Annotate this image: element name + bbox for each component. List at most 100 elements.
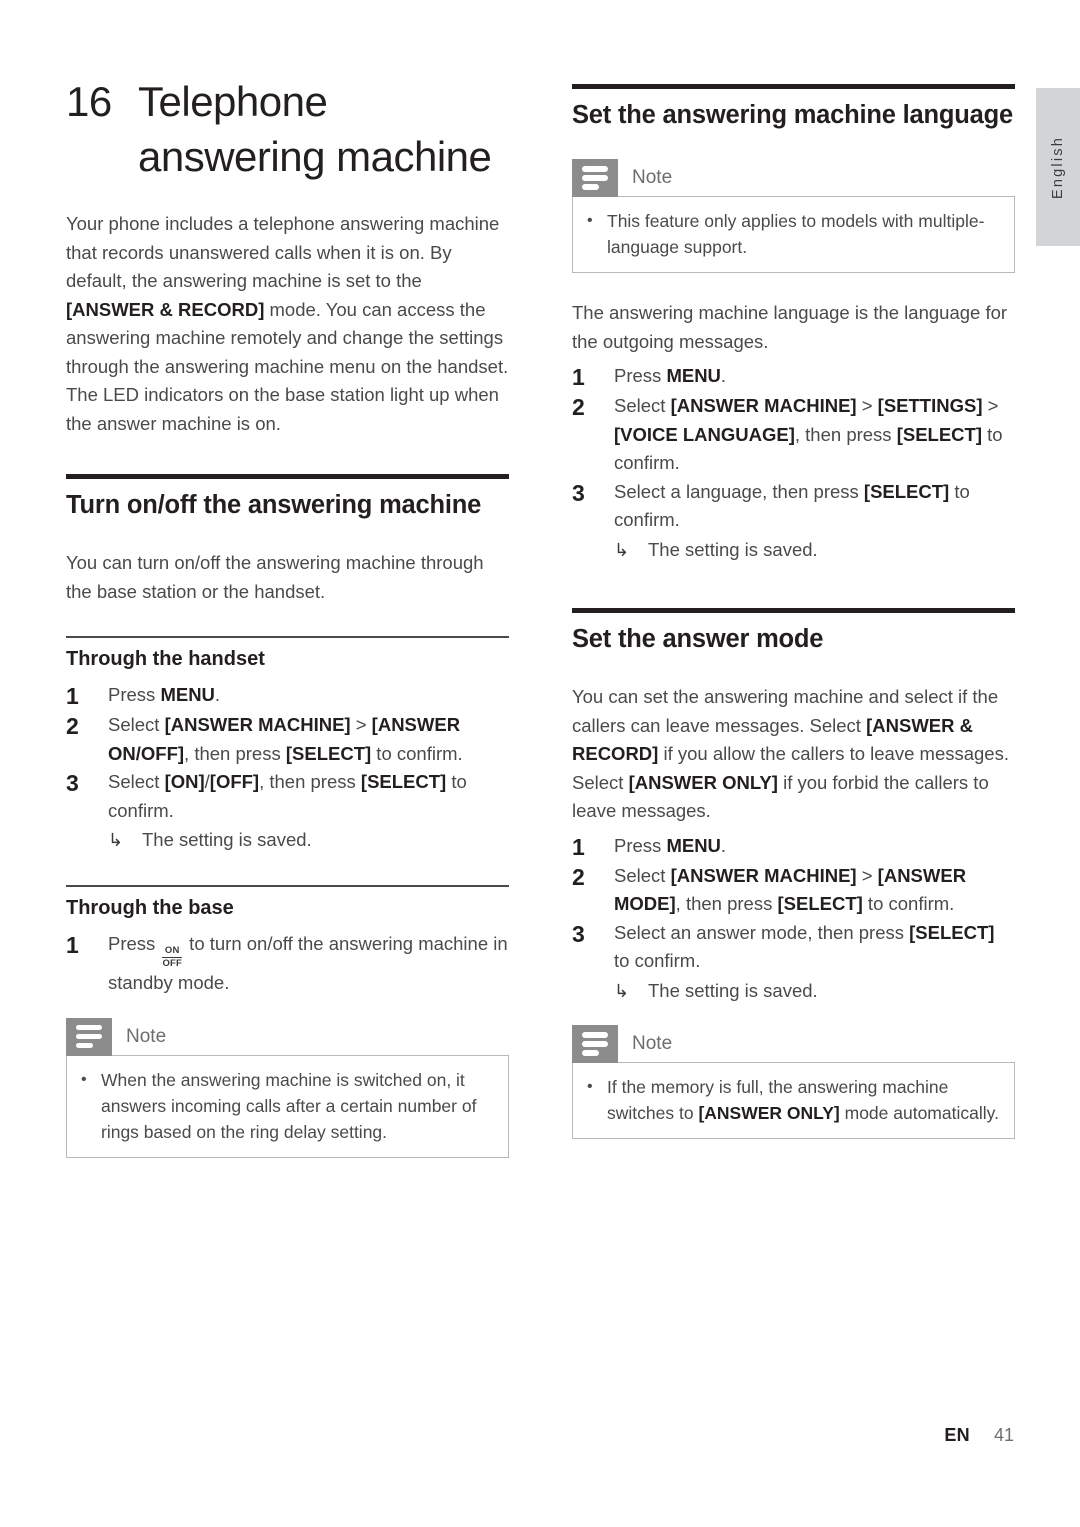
section-rule-answer-mode xyxy=(572,608,1015,613)
step-number: 3 xyxy=(572,479,585,506)
step-item: 3 Select [ON]/[OFF], then press [SELECT] … xyxy=(66,768,509,855)
note-icon-line-1 xyxy=(582,1032,608,1038)
keyword: [ANSWER ONLY] xyxy=(698,1103,840,1123)
footer-page-number: 41 xyxy=(993,1425,1014,1445)
text-run: > xyxy=(982,395,999,416)
step-number: 3 xyxy=(66,770,79,796)
language-tab-label: English xyxy=(1050,135,1066,199)
step-number: 3 xyxy=(572,920,585,947)
text-run: > xyxy=(350,714,372,735)
keyword: [SELECT] xyxy=(909,921,995,943)
step-number: 1 xyxy=(572,833,585,860)
text-run: , then press xyxy=(184,742,286,764)
step-text-prefix: Press xyxy=(108,932,161,954)
note-title: Note xyxy=(126,1025,167,1047)
left-column: 16 Telephone answering machine Your phon… xyxy=(66,0,509,1158)
step-text: Press ON OFF to turn on/off the answering… xyxy=(108,930,509,998)
note-icon-line-3 xyxy=(582,1050,599,1056)
text-run: , then press xyxy=(794,423,897,445)
step-number: 1 xyxy=(66,931,79,958)
note-title: Note xyxy=(632,1033,673,1054)
note-header: Note xyxy=(572,159,1015,197)
intro-text-a: Your phone includes a telephone answerin… xyxy=(66,213,500,291)
step-text: Press MENU. xyxy=(614,832,1015,861)
step-number: 1 xyxy=(66,683,79,709)
step-number: 2 xyxy=(572,394,585,420)
step-text: Select [ANSWER MACHINE] > [ANSWER ON/OFF… xyxy=(108,711,509,768)
bullet-icon: • xyxy=(587,212,593,229)
text-run: . xyxy=(214,684,221,705)
note-box-language: Note • This feature only applies to mode… xyxy=(572,159,1015,273)
step-item: 1 Press ON OFF to turn on/off the answeri… xyxy=(66,930,509,998)
result-arrow-icon: ↳ xyxy=(614,539,630,560)
keyword: [VOICE LANGUAGE] xyxy=(614,423,795,445)
page-footer: EN 41 xyxy=(0,1425,1014,1446)
note-body: • This feature only applies to models wi… xyxy=(572,196,1015,273)
keyword: [ANSWER MACHINE] xyxy=(670,864,857,886)
text-run: , then press xyxy=(259,771,361,792)
step-item: 2 Select [ANSWER MACHINE] > [ANSWER ON/OF… xyxy=(66,711,509,768)
keyword: [ON] xyxy=(164,771,205,792)
section-heading-turn-onoff: Turn on/off the answering machine xyxy=(66,491,482,519)
note-icon-line-1 xyxy=(76,1024,102,1031)
keyword: [ANSWER MACHINE] xyxy=(164,714,351,735)
bullet-icon: • xyxy=(81,1070,87,1088)
section-heading-language: Set the answering machine language xyxy=(572,101,1013,129)
subsection-heading-handset: Through the handset xyxy=(66,648,265,670)
text-run: , then press xyxy=(675,893,778,914)
step-text: Select [ON]/[OFF], then press [SELECT] t… xyxy=(108,768,509,825)
text-run: Press xyxy=(614,834,667,856)
step-item: 1 Press MENU. xyxy=(572,832,1015,862)
text-run: mode automatically. xyxy=(839,1103,999,1123)
keyword: [ANSWER MACHINE] xyxy=(670,395,857,416)
note-icon-line-2 xyxy=(582,1041,608,1047)
right-column: Set the answering machine language Note … xyxy=(572,0,1015,1139)
chapter-heading: 16 Telephone answering machine xyxy=(66,0,509,184)
keyword: MENU xyxy=(160,684,215,705)
subsection-heading-base: Through the base xyxy=(66,896,234,919)
chapter-number: 16 xyxy=(66,78,112,125)
subsection-rule-handset xyxy=(66,636,509,638)
keyword: MENU xyxy=(666,365,721,386)
document-page: English 16 Telephone answering machine Y… xyxy=(0,0,1080,1527)
note-icon-line-3 xyxy=(76,1042,93,1049)
step-text: Select a language, then press [SELECT] t… xyxy=(614,478,1015,535)
note-header: Note xyxy=(572,1025,1015,1063)
keyword: [SELECT] xyxy=(285,742,372,764)
note-item-text: When the answering machine is switched o… xyxy=(101,1069,477,1142)
note-item-text: If the memory is full, the answering mac… xyxy=(607,1074,1000,1126)
keyword: MENU xyxy=(666,834,721,856)
step-text: Press MENU. xyxy=(108,681,509,710)
on-off-icon-top: ON xyxy=(164,944,180,956)
keyword: [SELECT] xyxy=(360,771,447,792)
result-arrow-icon: ↳ xyxy=(108,830,124,850)
text-run: Select xyxy=(108,714,165,735)
text-run: Select xyxy=(108,771,165,792)
bullet-icon: • xyxy=(587,1078,593,1095)
step-item: 1 Press MENU. xyxy=(66,681,509,711)
note-icon-line-2 xyxy=(76,1033,102,1040)
step-number: 2 xyxy=(66,713,79,739)
result-text: The setting is saved. xyxy=(648,538,818,560)
steps-list-handset: 1 Press MENU. 2 Select [ANSWER MACHINE] > [… xyxy=(66,681,509,855)
step-item: 1 Press MENU. xyxy=(572,362,1015,392)
note-icon xyxy=(572,159,618,197)
note-list-item: • This feature only applies to models wi… xyxy=(587,208,1000,260)
keyword: [SELECT] xyxy=(896,423,983,445)
keyword: [OFF] xyxy=(209,771,260,792)
step-result: ↳ The setting is saved. xyxy=(614,977,1015,1006)
turn-onoff-intro: You can turn on/off the answering machin… xyxy=(66,552,484,602)
keyword: [SELECT] xyxy=(863,480,950,502)
note-list-item: • When the answering machine is switched… xyxy=(81,1067,494,1145)
text-run: Press xyxy=(614,365,667,386)
step-number: 2 xyxy=(572,863,585,890)
text-run: to confirm. xyxy=(371,742,463,764)
steps-list-language: 1 Press MENU. 2 Select [ANSWER MACHINE] > [… xyxy=(572,362,1015,564)
note-body: • If the memory is full, the answering m… xyxy=(572,1062,1015,1139)
chapter-intro-paragraph-2: The LED indicators on the base station l… xyxy=(66,384,499,434)
note-icon-line-3 xyxy=(582,184,599,190)
note-list: • When the answering machine is switched… xyxy=(81,1067,494,1145)
text-run: . xyxy=(720,834,727,856)
steps-list-base: 1 Press ON OFF to turn on/off the answeri… xyxy=(66,930,509,998)
keyword: [SETTINGS] xyxy=(877,395,983,416)
